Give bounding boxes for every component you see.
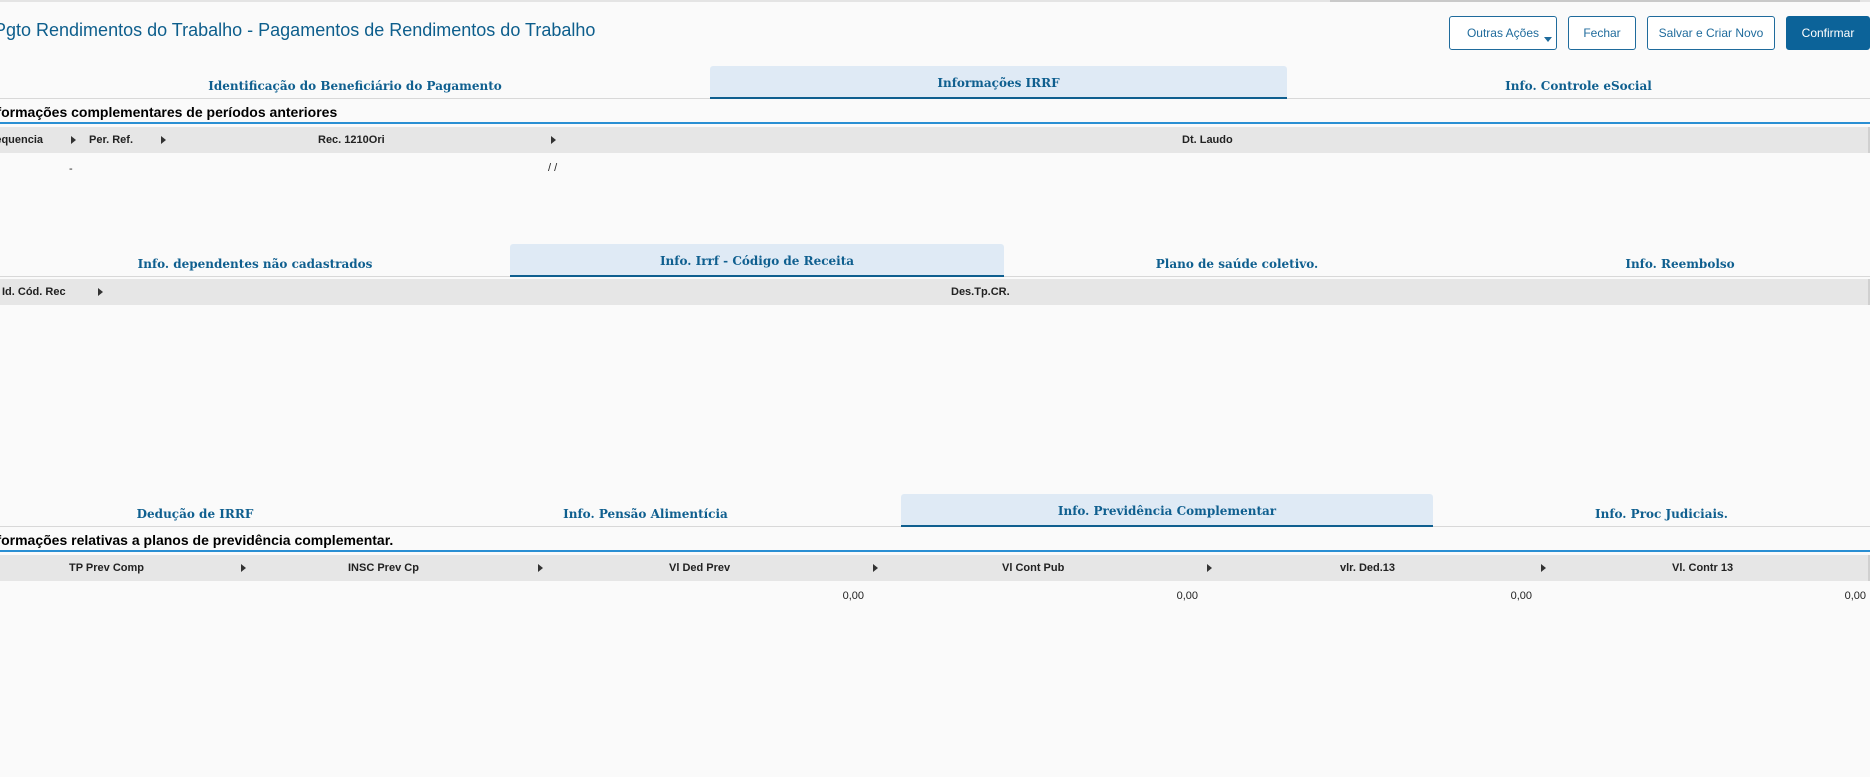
fechar-button[interactable]: Fechar: [1568, 16, 1636, 50]
sub-tabs-deducoes: Dedução de IRRF Info. Pensão Alimentícia…: [0, 494, 1870, 527]
col-sequencia[interactable]: Sequencia: [0, 127, 43, 153]
salvar-criar-novo-button[interactable]: Salvar e Criar Novo: [1647, 16, 1775, 50]
tab-info-controle-esocial[interactable]: Info. Controle eSocial: [1287, 66, 1870, 99]
col-vl-cont-pub[interactable]: Vl Cont Pub: [1002, 555, 1064, 581]
col-insc-prev-cp[interactable]: INSC Prev Cp: [348, 555, 419, 581]
sub-tabs-irrf: Info. dependentes não cadastrados Info. …: [0, 244, 1870, 277]
main-tabs: Identificação do Beneficiário do Pagamen…: [0, 66, 1870, 99]
cell-vlr-ded-13: 0,00: [1510, 590, 1532, 602]
outras-acoes-button[interactable]: Outras Ações: [1449, 16, 1557, 50]
section-divider: [0, 122, 1870, 124]
grid-header-codigo-receita: Id. Cód. Rec Des.Tp.CR.: [0, 279, 1870, 305]
sort-arrow-icon[interactable]: [551, 136, 556, 144]
tab-proc-judiciais[interactable]: Info. Proc Judiciais.: [1433, 494, 1870, 527]
tab-identificacao-beneficiario[interactable]: Identificação do Beneficiário do Pagamen…: [0, 66, 710, 99]
sort-arrow-icon[interactable]: [1541, 564, 1546, 572]
col-id-cod-rec[interactable]: Id. Cód. Rec: [2, 279, 66, 305]
sort-arrow-icon[interactable]: [161, 136, 166, 144]
tab-informacoes-irrf[interactable]: Informações IRRF: [710, 66, 1287, 99]
sort-arrow-icon[interactable]: [241, 564, 246, 572]
tab-plano-saude-coletivo[interactable]: Plano de saúde coletivo.: [1004, 244, 1470, 277]
sort-arrow-icon[interactable]: [71, 136, 76, 144]
col-rec-1210ori[interactable]: Rec. 1210Ori: [318, 127, 385, 153]
cell-vl-contr-13: 0,00: [1844, 590, 1866, 602]
cell-vl-ded-prev: 0,00: [842, 590, 864, 602]
sort-arrow-icon[interactable]: [1207, 564, 1212, 572]
section-divider: [0, 550, 1870, 552]
cell-per-ref: -: [69, 163, 73, 175]
col-vlr-ded-13[interactable]: vlr. Ded.13: [1340, 555, 1395, 581]
tab-info-reembolso[interactable]: Info. Reembolso: [1470, 244, 1870, 277]
grid-header-previdencia: TP Prev Comp INSC Prev Cp Vl Ded Prev Vl…: [0, 555, 1870, 581]
section-title-previdencia: Informações relativas a planos de previd…: [0, 532, 394, 548]
cell-dt-laudo: / /: [548, 162, 558, 174]
col-per-ref[interactable]: Per. Ref.: [89, 127, 133, 153]
top-right-shadow: [1330, 0, 1860, 2]
page-title: Pgto Rendimentos do Trabalho - Pagamento…: [0, 20, 596, 40]
cell-vl-cont-pub: 0,00: [1176, 590, 1198, 602]
col-des-tp-cr[interactable]: Des.Tp.CR.: [951, 279, 1010, 305]
chevron-down-icon: [1544, 37, 1552, 42]
grid-header-periodos: Sequencia Per. Ref. Rec. 1210Ori Dt. Lau…: [0, 127, 1870, 153]
tab-pensao-alimenticia[interactable]: Info. Pensão Alimentícia: [390, 494, 901, 527]
tab-irrf-codigo-receita[interactable]: Info. Irrf - Código de Receita: [510, 244, 1004, 277]
outras-acoes-label: Outras Ações: [1466, 26, 1540, 40]
tab-deducao-irrf[interactable]: Dedução de IRRF: [0, 494, 390, 527]
tab-dependentes-nao-cadastrados[interactable]: Info. dependentes não cadastrados: [0, 244, 510, 277]
tab-previdencia-complementar[interactable]: Info. Previdência Complementar: [901, 494, 1433, 527]
sort-arrow-icon[interactable]: [873, 564, 878, 572]
section-title-periodos-anteriores: Informações complementares de períodos a…: [0, 104, 338, 120]
sort-arrow-icon[interactable]: [98, 288, 103, 296]
col-vl-ded-prev[interactable]: Vl Ded Prev: [669, 555, 730, 581]
col-dt-laudo[interactable]: Dt. Laudo: [1182, 127, 1233, 153]
confirmar-button[interactable]: Confirmar: [1786, 16, 1870, 50]
col-vl-contr-13[interactable]: Vl. Contr 13: [1672, 555, 1733, 581]
sort-arrow-icon[interactable]: [538, 564, 543, 572]
col-tp-prev-comp[interactable]: TP Prev Comp: [69, 555, 144, 581]
